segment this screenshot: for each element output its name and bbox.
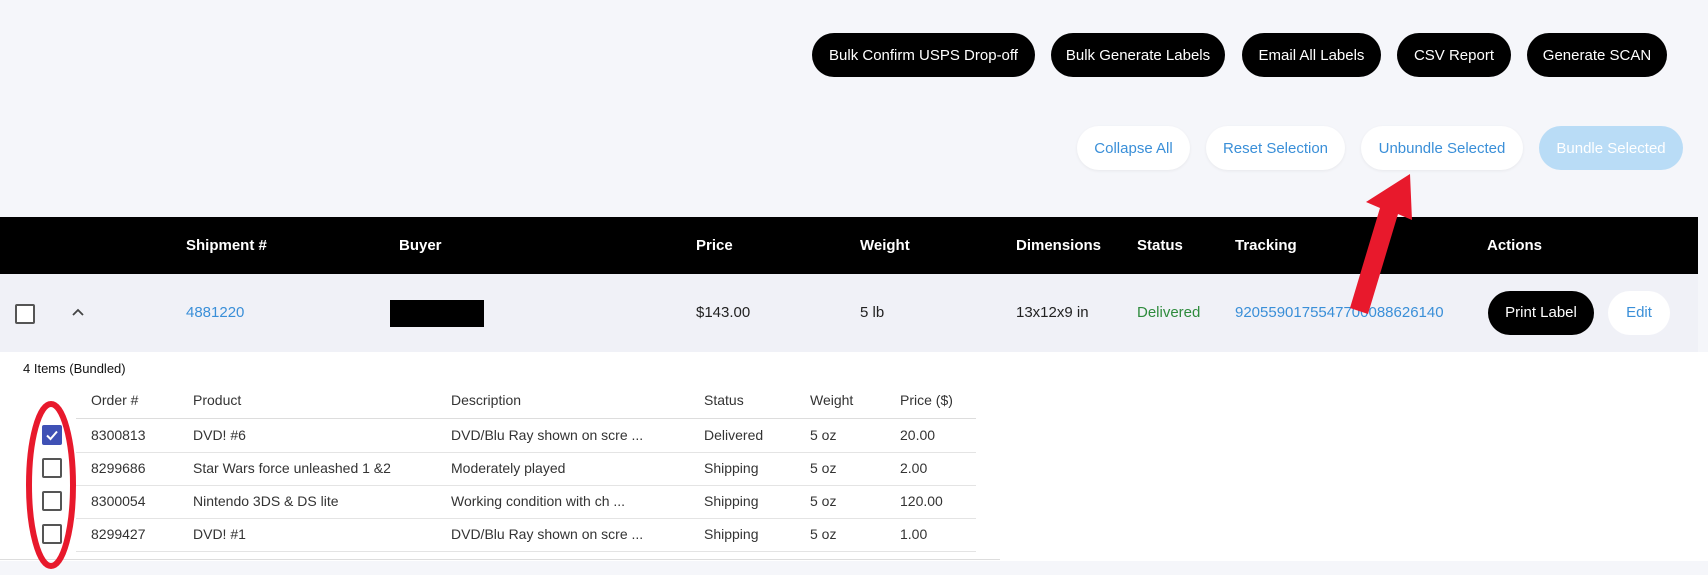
reset-selection-button[interactable]: Reset Selection (1206, 126, 1345, 170)
item-product: Nintendo 3DS & DS lite (193, 493, 339, 509)
header-buyer: Buyer (399, 237, 442, 254)
item-status: Shipping (704, 526, 759, 542)
sub-header-order: Order # (91, 392, 139, 408)
item-product: DVD! #6 (193, 427, 246, 443)
item-weight: 5 oz (810, 493, 837, 509)
annotation-arrow-icon (1340, 168, 1420, 318)
item-description: DVD/Blu Ray shown on scre ... (451, 526, 644, 542)
item-description: Moderately played (451, 460, 566, 476)
item-weight: 5 oz (810, 460, 837, 476)
item-description: Working condition with ch ... (451, 493, 626, 509)
csv-report-button[interactable]: CSV Report (1397, 33, 1511, 77)
item-status: Shipping (704, 493, 759, 509)
shipment-dimensions: 13x12x9 in (1016, 304, 1089, 321)
item-row: 8300813 DVD! #6 DVD/Blu Ray shown on scr… (76, 419, 976, 453)
item-row: 8300054 Nintendo 3DS & DS lite Working c… (76, 485, 976, 519)
shipment-weight: 5 lb (860, 304, 885, 321)
item-price: 20.00 (900, 427, 936, 443)
item-description: DVD/Blu Ray shown on scre ... (451, 427, 644, 443)
bundle-selected-button[interactable]: Bundle Selected (1539, 126, 1683, 170)
item-row: 8299427 DVD! #1 DVD/Blu Ray shown on scr… (76, 518, 976, 552)
header-actions: Actions (1487, 237, 1543, 254)
sub-header-description: Description (451, 392, 522, 408)
item-product: Star Wars force unleashed 1 &2 (193, 460, 391, 476)
edit-button[interactable]: Edit (1608, 291, 1670, 335)
chevron-up-icon[interactable] (70, 304, 86, 320)
unbundle-selected-button[interactable]: Unbundle Selected (1361, 126, 1523, 170)
item-order: 8299686 (91, 460, 146, 476)
email-all-labels-button[interactable]: Email All Labels (1242, 33, 1381, 77)
shipment-id-link[interactable]: 4881220 (186, 274, 244, 352)
generate-scan-button[interactable]: Generate SCAN (1527, 33, 1667, 77)
item-order: 8299427 (91, 526, 146, 542)
bundle-title: 4 Items (Bundled) (23, 361, 126, 376)
sub-header-weight: Weight (810, 392, 854, 408)
shipment-status: Delivered (1137, 304, 1201, 321)
bundle-panel: 4 Items (Bundled) Order # Product Descri… (0, 352, 1708, 561)
item-weight: 5 oz (810, 526, 837, 542)
header-shipment: Shipment # (186, 237, 267, 254)
collapse-all-button[interactable]: Collapse All (1077, 126, 1190, 170)
print-label-button[interactable]: Print Label (1488, 291, 1594, 335)
header-status: Status (1137, 237, 1183, 254)
bulk-generate-labels-button[interactable]: Bulk Generate Labels (1051, 33, 1225, 77)
shipment-checkbox[interactable] (15, 304, 35, 324)
sub-header-price: Price ($) (900, 392, 953, 408)
header-dimensions: Dimensions (1016, 237, 1102, 254)
shipment-price: $143.00 (696, 304, 751, 321)
item-status: Shipping (704, 460, 759, 476)
item-order: 8300054 (91, 493, 146, 509)
item-price: 120.00 (900, 493, 943, 509)
item-status: Delivered (704, 427, 764, 443)
item-weight: 5 oz (810, 427, 837, 443)
shipment-row: 4881220 $143.00 5 lb 13x12x9 in Delivere… (0, 274, 1698, 353)
item-order: 8300813 (91, 427, 146, 443)
bundle-bottom-divider (0, 559, 1000, 560)
buyer-redacted (390, 300, 484, 327)
header-tracking: Tracking (1235, 237, 1297, 254)
header-price: Price (696, 237, 733, 254)
header-weight: Weight (860, 237, 910, 254)
sub-header-product: Product (193, 392, 242, 408)
bulk-confirm-usps-button[interactable]: Bulk Confirm USPS Drop-off (812, 33, 1035, 77)
item-row: 8299686 Star Wars force unleashed 1 &2 M… (76, 452, 976, 486)
item-price: 2.00 (900, 460, 928, 476)
item-price: 1.00 (900, 526, 928, 542)
sub-header-status: Status (704, 392, 744, 408)
item-product: DVD! #1 (193, 526, 246, 542)
annotation-ellipse (24, 400, 78, 570)
table-header: Shipment # Buyer Price Weight Dimensions… (0, 217, 1698, 274)
